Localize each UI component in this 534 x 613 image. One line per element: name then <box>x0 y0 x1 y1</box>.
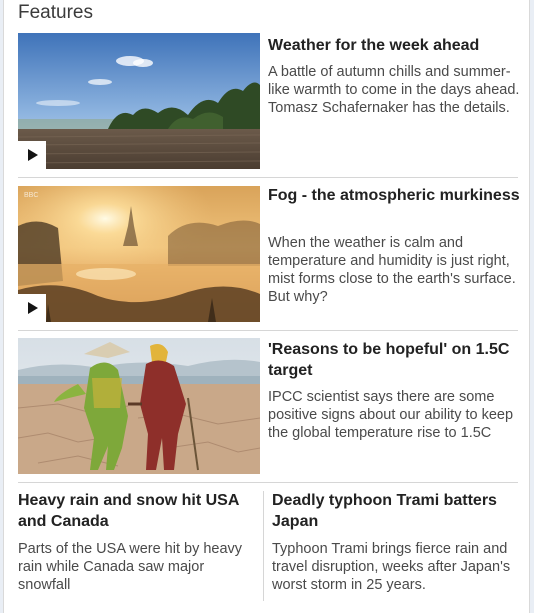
column-divider <box>263 491 264 601</box>
section-title: Features <box>18 2 93 23</box>
divider <box>18 330 518 331</box>
summary-text-typhoon: Typhoon Trami brings fierce rain and tra… <box>272 541 511 593</box>
divider <box>18 482 518 483</box>
thumbnail-women-walking[interactable] <box>18 338 260 474</box>
svg-text:BBC: BBC <box>24 192 38 199</box>
play-video-icon[interactable] <box>18 294 46 322</box>
thumbnail-foggy-sunrise[interactable]: BBC <box>18 186 260 322</box>
summary-text-usa-canada: Parts of the USA were hit by heavy rain … <box>18 541 243 593</box>
headline-link[interactable]: Fog - the atmospheric murkiness <box>268 185 520 206</box>
play-video-icon[interactable] <box>18 141 46 169</box>
divider <box>18 177 518 178</box>
headline-link[interactable]: Weather for the week ahead <box>268 35 520 56</box>
headline-link-typhoon[interactable]: Deadly typhoon Trami batters Japan <box>272 490 512 532</box>
thumbnail-field-sky[interactable] <box>18 33 260 169</box>
headline-link[interactable]: 'Reasons to be hopeful' on 1.5C target <box>268 339 520 381</box>
features-panel: Features Weather for the week ahead A ba… <box>3 0 530 613</box>
summary-text: IPCC scientist says there are some posit… <box>268 389 514 441</box>
feature-item-ipcc[interactable]: 'Reasons to be hopeful' on 1.5C target I… <box>18 338 520 474</box>
headline-link-usa-canada[interactable]: Heavy rain and snow hit USA and Canada <box>18 490 258 532</box>
summary-text: When the weather is calm and temperature… <box>268 235 516 305</box>
feature-item-weather[interactable]: Weather for the week ahead A battle of a… <box>18 33 520 169</box>
summary-text: A battle of autumn chills and summer-lik… <box>268 64 520 116</box>
feature-item-fog[interactable]: BBC Fog - the atmospheric murkiness When… <box>18 186 520 322</box>
